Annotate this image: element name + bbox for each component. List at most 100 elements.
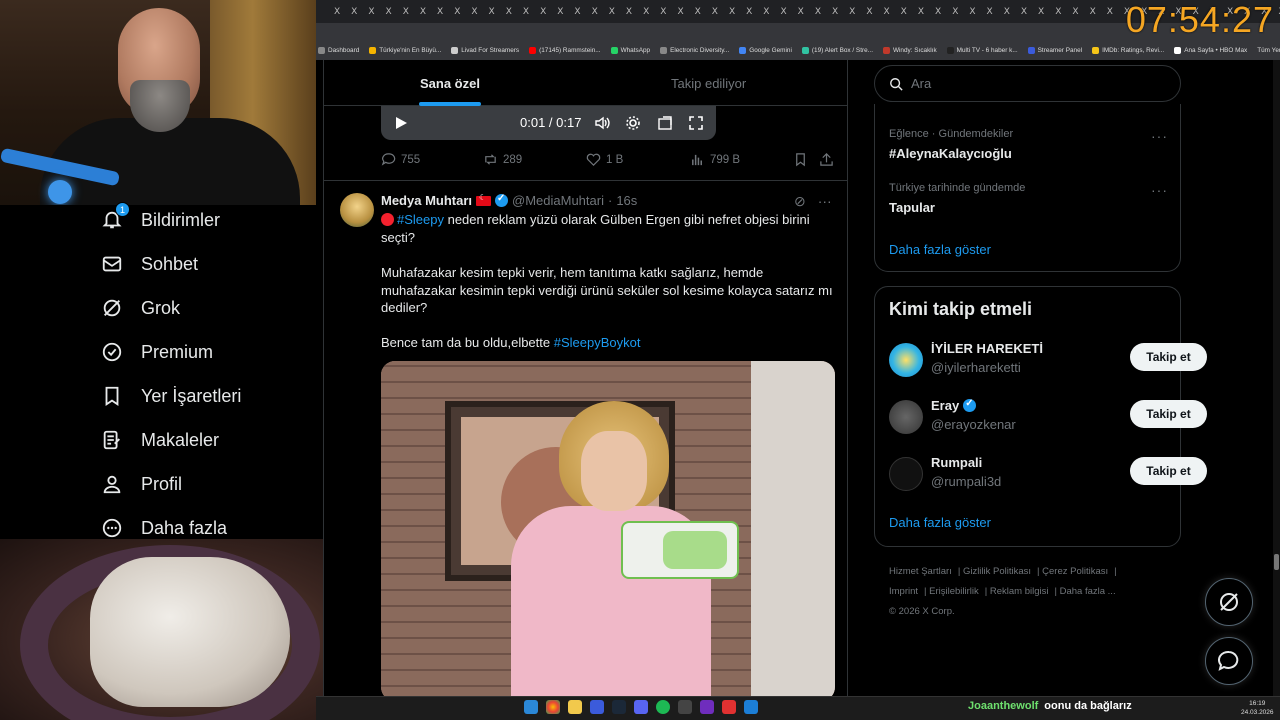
post-media-image[interactable] bbox=[381, 361, 835, 696]
bookmark-item[interactable]: IMDb: Ratings, Revi... bbox=[1092, 46, 1164, 54]
browser-tab-x-icon[interactable]: X bbox=[952, 7, 958, 17]
browser-tab-x-icon[interactable]: X bbox=[918, 7, 924, 17]
bookmark-item[interactable]: Ana Sayfa • HBO Max bbox=[1174, 46, 1247, 54]
nav-bookmarks[interactable]: Yer İşaretleri bbox=[100, 381, 241, 411]
browser-tab-x-icon[interactable]: X bbox=[523, 7, 529, 17]
bookmark-item[interactable]: (17145) Rammstein... bbox=[529, 46, 601, 54]
browser-tab-x-icon[interactable]: X bbox=[489, 7, 495, 17]
browser-tab-x-icon[interactable]: X bbox=[729, 7, 735, 17]
all-bookmarks-link[interactable]: Tüm Yer İşaretleri bbox=[1257, 47, 1280, 54]
footer-link[interactable]: Daha fazla ... bbox=[1060, 586, 1116, 597]
trend-title[interactable]: Tapular bbox=[889, 200, 935, 215]
hashtag-link[interactable]: #Sleepy bbox=[397, 212, 444, 227]
footer-link[interactable]: Reklam bilgisi bbox=[990, 586, 1049, 597]
browser-tab-x-icon[interactable]: X bbox=[660, 7, 666, 17]
account-name[interactable]: İYİLER HAREKETİ bbox=[931, 341, 1043, 356]
browser-tab-x-icon[interactable]: X bbox=[884, 7, 890, 17]
bookmark-item[interactable]: Google Gemini bbox=[739, 46, 792, 54]
browser-tab-x-icon[interactable]: X bbox=[471, 7, 477, 17]
browser-tab-x-icon[interactable]: X bbox=[1072, 7, 1078, 17]
browser-tab-x-icon[interactable]: X bbox=[712, 7, 718, 17]
browser-tab-x-icon[interactable]: X bbox=[746, 7, 752, 17]
footer-link[interactable]: Erişilebilirlik bbox=[929, 586, 979, 597]
fullscreen-icon[interactable] bbox=[688, 115, 704, 131]
nav-premium[interactable]: Premium bbox=[100, 337, 213, 367]
app-icon[interactable] bbox=[678, 700, 692, 714]
avatar[interactable] bbox=[889, 457, 923, 491]
chrome-icon[interactable] bbox=[546, 700, 560, 714]
bookmark-item[interactable]: Multi TV - 6 haber k... bbox=[946, 46, 1018, 54]
browser-tab-x-icon[interactable]: X bbox=[506, 7, 512, 17]
tab-following[interactable]: Takip ediliyor bbox=[671, 76, 746, 91]
nav-chat[interactable]: Sohbet bbox=[100, 249, 198, 279]
bookmark-item[interactable]: Livad For Streamers bbox=[451, 46, 519, 54]
footer-link[interactable]: Hizmet Şartları bbox=[889, 566, 952, 577]
search-input[interactable]: Ara bbox=[874, 65, 1181, 102]
app-icon[interactable] bbox=[722, 700, 736, 714]
grok-fab-button[interactable] bbox=[1205, 578, 1253, 626]
windows-start-icon[interactable] bbox=[524, 700, 538, 714]
nav-articles[interactable]: Makaleler bbox=[100, 425, 219, 455]
spotify-icon[interactable] bbox=[656, 700, 670, 714]
browser-tab-x-icon[interactable]: X bbox=[334, 7, 340, 17]
browser-tab-x-icon[interactable]: X bbox=[386, 7, 392, 17]
follow-suggestion[interactable]: Rumpali @rumpali3d Takip et bbox=[889, 455, 1207, 495]
author-handle[interactable]: @MediaMuhtari bbox=[512, 193, 604, 208]
footer-link[interactable]: Çerez Politikası bbox=[1042, 566, 1108, 577]
app-icon[interactable] bbox=[744, 700, 758, 714]
bookmark-item[interactable]: (19) Alert Box / Stre... bbox=[801, 46, 873, 54]
bookmark-item[interactable]: Türkiye'nin En Büyü... bbox=[369, 46, 441, 54]
browser-tab-x-icon[interactable]: X bbox=[574, 7, 580, 17]
browser-tab-x-icon[interactable]: X bbox=[866, 7, 872, 17]
browser-tab-x-icon[interactable]: X bbox=[815, 7, 821, 17]
browser-tab-x-icon[interactable]: X bbox=[677, 7, 683, 17]
bookmark-item[interactable]: WhatsApp bbox=[610, 46, 650, 54]
page-scrollbar[interactable] bbox=[1273, 60, 1280, 696]
browser-tab-x-icon[interactable]: X bbox=[1021, 7, 1027, 17]
bookmark-item[interactable]: Windy: Sıcaklık bbox=[882, 46, 937, 54]
reply-button[interactable]: 755 bbox=[381, 152, 420, 167]
browser-tab-x-icon[interactable]: X bbox=[849, 7, 855, 17]
account-name[interactable]: Eray bbox=[931, 398, 977, 413]
browser-tab-x-icon[interactable]: X bbox=[832, 7, 838, 17]
follow-button[interactable]: Takip et bbox=[1130, 457, 1207, 485]
post-age[interactable]: 16s bbox=[616, 193, 637, 208]
browser-tab-x-icon[interactable]: X bbox=[557, 7, 563, 17]
hashtag-link[interactable]: #SleepyBoykot bbox=[554, 335, 641, 350]
browser-tab-x-icon[interactable]: X bbox=[403, 7, 409, 17]
browser-tab-x-icon[interactable]: X bbox=[1004, 7, 1010, 17]
browser-tab-x-icon[interactable]: X bbox=[351, 7, 357, 17]
trend-title[interactable]: #AleynaKalaycıoğlu bbox=[889, 146, 1012, 161]
browser-tab-x-icon[interactable]: X bbox=[540, 7, 546, 17]
discord-icon[interactable] bbox=[634, 700, 648, 714]
nav-grok[interactable]: Grok bbox=[100, 293, 180, 323]
nav-notifications[interactable]: 1 Bildirimler bbox=[100, 202, 220, 235]
follow-suggestion[interactable]: İYİLER HAREKETİ @iyilerhareketti Takip e… bbox=[889, 341, 1207, 381]
browser-tab-x-icon[interactable]: X bbox=[643, 7, 649, 17]
browser-tab-x-icon[interactable]: X bbox=[987, 7, 993, 17]
browser-tab-x-icon[interactable]: X bbox=[1107, 7, 1113, 17]
browser-tab-x-icon[interactable]: X bbox=[454, 7, 460, 17]
volume-icon[interactable] bbox=[594, 115, 610, 131]
follow-button[interactable]: Takip et bbox=[1130, 343, 1207, 371]
show-more-link[interactable]: Daha fazla göster bbox=[889, 242, 991, 257]
browser-tab-x-icon[interactable]: X bbox=[368, 7, 374, 17]
browser-tab-x-icon[interactable]: X bbox=[1055, 7, 1061, 17]
browser-tab-x-icon[interactable]: X bbox=[969, 7, 975, 17]
bookmark-item[interactable]: Dashboard bbox=[318, 46, 359, 54]
avatar[interactable] bbox=[889, 343, 923, 377]
browser-tab-x-icon[interactable]: X bbox=[592, 7, 598, 17]
avatar[interactable] bbox=[340, 193, 374, 227]
app-icon[interactable] bbox=[590, 700, 604, 714]
messages-fab-button[interactable] bbox=[1205, 637, 1253, 685]
account-name[interactable]: Rumpali bbox=[931, 455, 982, 470]
nav-profile[interactable]: Profil bbox=[100, 469, 182, 499]
taskbar-clock[interactable]: 16:19 24.03.2026 bbox=[1241, 699, 1274, 717]
browser-tab-x-icon[interactable]: X bbox=[609, 7, 615, 17]
browser-tab-x-icon[interactable]: X bbox=[437, 7, 443, 17]
follow-suggestion[interactable]: Eray @erayozkenar Takip et bbox=[889, 398, 1207, 438]
show-more-link[interactable]: Daha fazla göster bbox=[889, 515, 991, 530]
browser-tab-x-icon[interactable]: X bbox=[1090, 7, 1096, 17]
folder-icon[interactable] bbox=[568, 700, 582, 714]
browser-tab-x-icon[interactable]: X bbox=[1038, 7, 1044, 17]
